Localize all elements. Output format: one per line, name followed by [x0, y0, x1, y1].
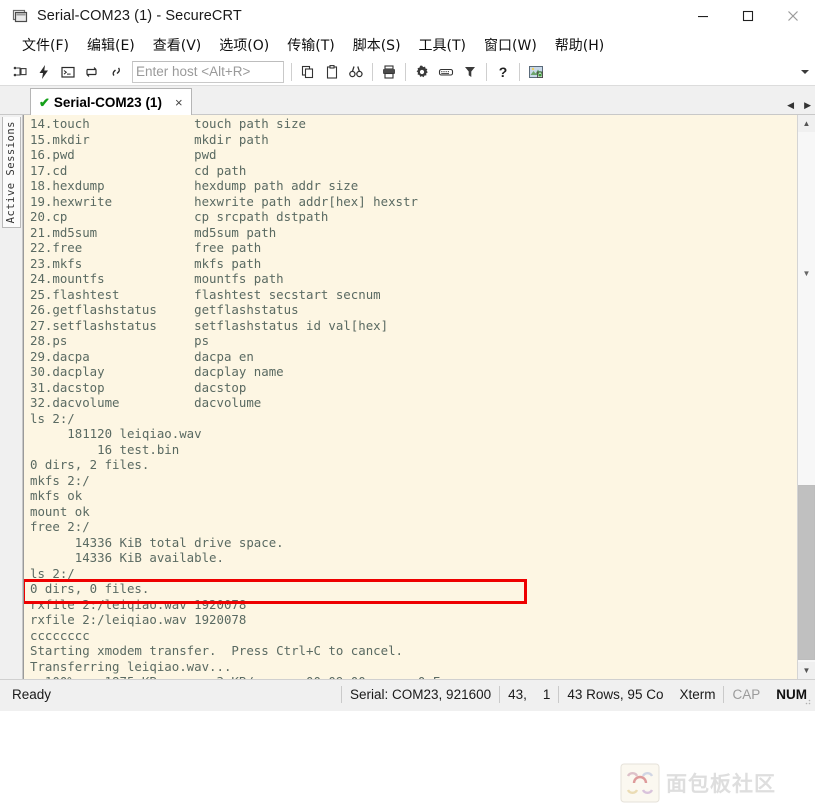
status-bar: Ready Serial: COM23, 921600 43, 1 43 Row… — [0, 679, 815, 708]
menu-options[interactable]: 选项(O) — [210, 33, 278, 58]
host-input-placeholder: Enter host <Alt+R> — [136, 64, 251, 79]
tab-next-icon[interactable]: ▶ — [804, 101, 811, 110]
terminal-output: 14.touch touch path size 15.mkdir mkdir … — [30, 116, 478, 679]
status-ready: Ready — [12, 686, 52, 702]
tab-strip-lead — [0, 86, 30, 114]
terminal-window-icon[interactable] — [56, 61, 80, 83]
print-icon[interactable] — [377, 61, 401, 83]
toolbar-separator — [405, 62, 406, 81]
menu-window[interactable]: 窗口(W) — [475, 33, 546, 58]
watermark-logo-icon — [620, 763, 660, 803]
chevron-up-icon: ▲ — [802, 118, 811, 128]
filter-icon[interactable] — [458, 61, 482, 83]
menu-view[interactable]: 查看(V) — [144, 33, 211, 58]
scroll-down-button[interactable]: ▼ — [798, 662, 815, 679]
tab-connected-check-icon: ✔ — [39, 94, 50, 110]
toolbar-separator — [372, 62, 373, 81]
window-title: Serial-COM23 (1) - SecureCRT — [37, 8, 242, 24]
active-sessions-rail: Active Sessions — [0, 115, 23, 679]
active-sessions-label: Active Sessions — [5, 120, 17, 224]
menu-tools[interactable]: 工具(T) — [410, 33, 475, 58]
tab-label: Serial-COM23 (1) — [53, 94, 162, 110]
toolbar-separator — [519, 62, 520, 81]
chevron-down-icon: ▼ — [802, 665, 811, 675]
maximize-button[interactable] — [725, 0, 770, 32]
svg-text:?: ? — [499, 64, 508, 80]
vertical-scrollbar[interactable]: ▲ ▼ ▼ — [797, 115, 815, 679]
tab-nav: ◀ ▶ — [787, 101, 811, 110]
tab-prev-icon[interactable]: ◀ — [787, 101, 794, 110]
menu-edit[interactable]: 编辑(E) — [78, 33, 144, 58]
vertical-scrollbar-thumb[interactable] — [798, 485, 815, 660]
status-screen-size: 43 Rows, 95 Co — [567, 686, 664, 702]
resize-grip[interactable] — [800, 694, 812, 706]
help-icon[interactable]: ? — [491, 61, 515, 83]
scroll-page-down-marker[interactable]: ▼ — [798, 265, 815, 282]
securecrt-window: Serial-COM23 (1) - SecureCRT 文件(F) 编辑(E)… — [0, 0, 815, 803]
title-bar: Serial-COM23 (1) - SecureCRT — [0, 0, 815, 32]
status-caps-lock: CAP — [732, 686, 761, 702]
session-options-icon[interactable] — [410, 61, 434, 83]
sidebar-item-active-sessions[interactable]: Active Sessions — [1, 117, 21, 228]
copy-icon[interactable] — [296, 61, 320, 83]
chevron-down-icon: ▼ — [802, 269, 811, 278]
window-controls — [680, 0, 815, 32]
menu-bar: 文件(F) 编辑(E) 查看(V) 选项(O) 传输(T) 脚本(S) 工具(T… — [0, 32, 815, 58]
quick-connect-icon[interactable] — [32, 61, 56, 83]
tab-strip: ✔ Serial-COM23 (1) × ◀ ▶ — [0, 86, 815, 115]
watermark: 面包板社区 — [620, 763, 776, 803]
menu-help[interactable]: 帮助(H) — [546, 33, 613, 58]
toolbar-separator — [486, 62, 487, 81]
toolbar: Enter host <Alt+R> ? — [0, 58, 815, 86]
status-serial: Serial: COM23, 921600 — [350, 686, 492, 702]
disconnect-icon[interactable] — [104, 61, 128, 83]
securecrt-app-icon[interactable] — [524, 61, 548, 83]
status-emulation: Xterm — [679, 686, 716, 702]
watermark-text: 面包板社区 — [666, 772, 776, 796]
menu-script[interactable]: 脚本(S) — [344, 33, 410, 58]
tab-close-icon[interactable]: × — [173, 95, 185, 110]
reconnect-icon[interactable] — [80, 61, 104, 83]
minimize-button[interactable] — [680, 0, 725, 32]
menu-transfer[interactable]: 传输(T) — [278, 33, 343, 58]
menu-file[interactable]: 文件(F) — [13, 33, 78, 58]
keymap-icon[interactable] — [434, 61, 458, 83]
paste-icon[interactable] — [320, 61, 344, 83]
status-cursor-col: 1 — [542, 686, 551, 702]
toolbar-overflow-chevron-icon[interactable] — [801, 69, 809, 74]
main-area: Active Sessions 14.touch touch path size… — [0, 115, 815, 803]
close-button[interactable] — [770, 0, 815, 32]
tab-serial-com23[interactable]: ✔ Serial-COM23 (1) × — [30, 88, 192, 115]
terminal-screen[interactable]: 14.touch touch path size 15.mkdir mkdir … — [23, 115, 797, 679]
terminal-wrapper: 14.touch touch path size 15.mkdir mkdir … — [23, 115, 815, 679]
scroll-up-button[interactable]: ▲ — [798, 115, 815, 132]
new-session-icon[interactable] — [8, 61, 32, 83]
toolbar-separator — [291, 62, 292, 81]
status-cursor-row: 43, — [508, 686, 527, 702]
securecrt-icon — [12, 8, 28, 24]
host-input[interactable]: Enter host <Alt+R> — [132, 60, 284, 83]
find-icon[interactable] — [344, 61, 368, 83]
